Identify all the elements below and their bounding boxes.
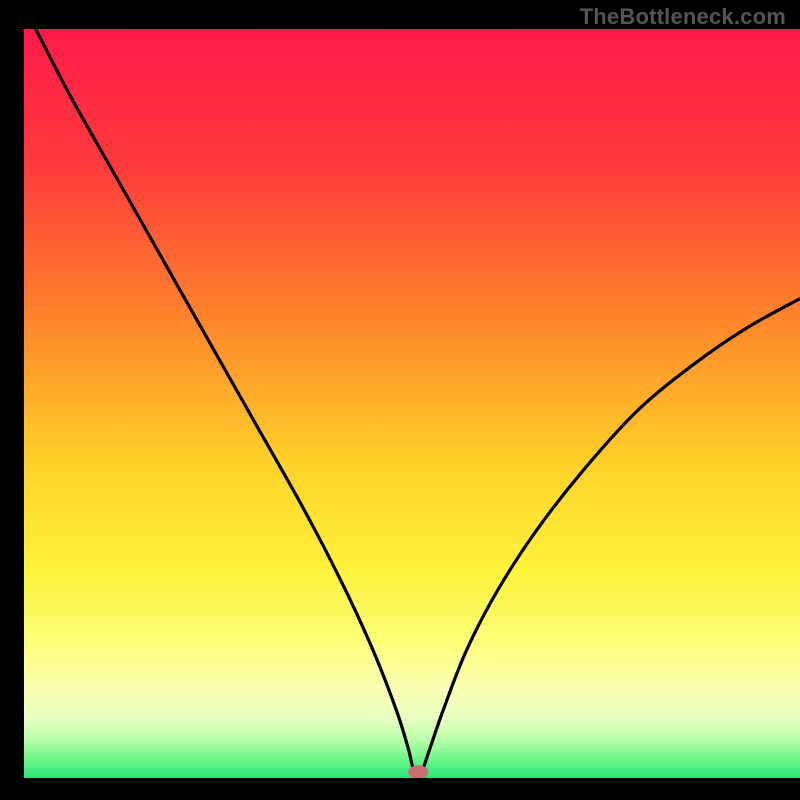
gradient-background [24, 29, 800, 778]
plot-area [24, 29, 800, 778]
watermark-text: TheBottleneck.com [580, 4, 786, 30]
plot-svg [24, 29, 800, 778]
chart-frame: TheBottleneck.com [0, 0, 800, 800]
